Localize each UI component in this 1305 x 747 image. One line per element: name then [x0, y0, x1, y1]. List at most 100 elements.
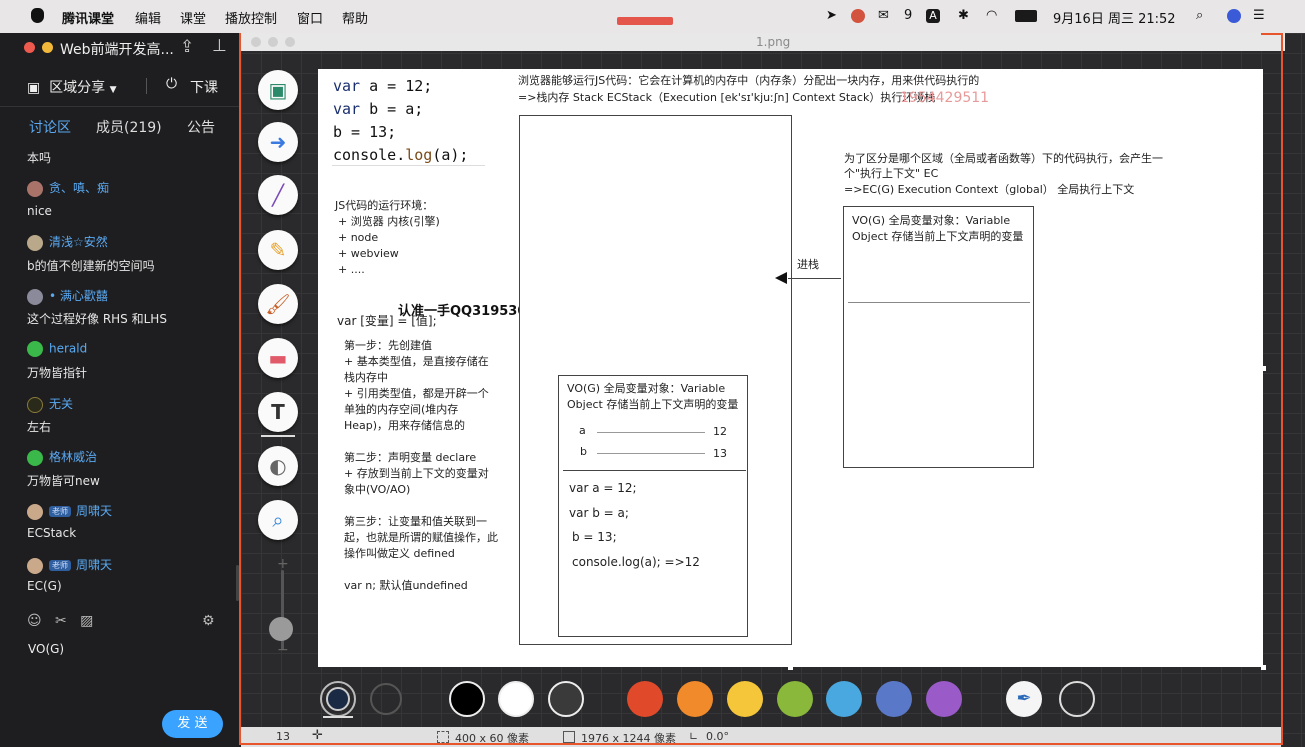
color-orange-swatch[interactable]: [677, 681, 713, 717]
resize-handle[interactable]: [788, 665, 793, 670]
eyedropper-icon[interactable]: ✒: [1006, 681, 1042, 717]
menu-help[interactable]: 帮助: [342, 8, 368, 27]
image-filename: 1.png: [756, 35, 791, 49]
vo-title-line-2: Object 存储当前上下文声明的变量: [567, 398, 739, 411]
color-indigo-swatch[interactable]: [876, 681, 912, 717]
magnifier-tool-icon[interactable]: ⌕: [258, 500, 298, 540]
menu-window[interactable]: 窗口: [297, 8, 323, 27]
teacher-badge: 老师: [49, 506, 71, 517]
zoom-level: 13: [276, 730, 290, 743]
minimize-window-icon[interactable]: [268, 37, 278, 47]
chat-sender[interactable]: • 满心歡囍: [27, 287, 108, 305]
env-item: + node: [338, 231, 379, 244]
chat-sender-name: 清浅☆安然: [49, 235, 108, 249]
divider: [146, 78, 147, 94]
menu-edit[interactable]: 编辑: [135, 8, 161, 27]
color-black-swatch[interactable]: [449, 681, 485, 717]
color-white-swatch[interactable]: [498, 681, 534, 717]
spotlight-icon[interactable]: ⌕: [1196, 8, 1203, 23]
resize-handle[interactable]: [1261, 665, 1266, 670]
tab-members[interactable]: 成员(219): [96, 117, 162, 137]
chat-sender[interactable]: 格林威治: [27, 448, 97, 466]
app-menu[interactable]: 腾讯课堂: [62, 8, 114, 27]
close-window-icon[interactable]: [251, 37, 261, 47]
color-red-swatch[interactable]: [627, 681, 663, 717]
blur-tool-icon[interactable]: ◐: [258, 446, 298, 486]
header-line-1: 浏览器能够运行JS代码：它会在计算机的内存中（内存条）分配出一块内存，用来供代码…: [518, 74, 980, 87]
bluetooth-icon[interactable]: ✱: [958, 8, 969, 23]
chat-sender[interactable]: 老师 周啸天: [27, 556, 112, 574]
zoom-window-icon[interactable]: [285, 37, 295, 47]
chat-sender-name: 周啸天: [76, 504, 113, 518]
emoji-icon[interactable]: ☺: [27, 613, 42, 629]
image-size-icon: [563, 731, 575, 743]
settings-icon[interactable]: ⚙: [202, 613, 215, 629]
avatar: [27, 557, 43, 574]
chat-message-text: 这个过程好像 RHS 和LHS: [27, 312, 167, 326]
avatar: [27, 234, 43, 251]
chat-sender[interactable]: 老师 周啸天: [27, 502, 112, 520]
region-share-button[interactable]: ▣ 区域分享 ▼: [27, 77, 117, 97]
location-icon[interactable]: ➤: [826, 8, 837, 23]
brush-tool-icon[interactable]: 🖌: [258, 284, 298, 324]
push-arrow-line: [788, 278, 841, 279]
text-tool-icon[interactable]: T: [258, 392, 298, 432]
ec-desc-line-1: 为了区分是哪个区域（全局或者函数等）下的代码执行，会产生一: [844, 152, 1163, 165]
stroke-large-button[interactable]: [370, 683, 402, 715]
send-button[interactable]: 发 送: [162, 710, 223, 738]
vo-var-a: a: [579, 424, 586, 437]
minimize-window-icon[interactable]: [42, 42, 53, 53]
chat-sender[interactable]: herald: [27, 341, 87, 357]
end-class-button[interactable]: ⏻ 下课: [166, 76, 218, 97]
course-title: Web前端开发高...: [60, 42, 174, 58]
color-gray-swatch[interactable]: [548, 681, 584, 717]
tab-discussion[interactable]: 讨论区: [29, 117, 71, 137]
clock[interactable]: 9月16日 周三 21:52: [1053, 8, 1176, 27]
share-icon[interactable]: ⇪: [180, 37, 194, 57]
chat-scrollbar[interactable]: [236, 565, 239, 601]
color-purple-swatch[interactable]: [926, 681, 962, 717]
selection-icon: [437, 731, 449, 743]
pencil-tool-icon[interactable]: ✎: [258, 230, 298, 270]
chat-sender[interactable]: 无关: [27, 395, 73, 413]
line-tool-icon[interactable]: ╱: [258, 175, 298, 215]
wifi-icon[interactable]: ◠: [986, 8, 997, 23]
color-yellow-swatch[interactable]: [727, 681, 763, 717]
input-method-icon[interactable]: A: [926, 9, 940, 23]
battery-icon[interactable]: [1015, 10, 1037, 22]
ec-vo-title-line-2: Object 存储当前上下文声明的变量: [852, 230, 1024, 243]
zoom-out-icon[interactable]: −: [277, 642, 289, 658]
stroke-small-icon: [326, 687, 350, 711]
close-window-icon[interactable]: [24, 42, 35, 53]
chat-sender-name: 周啸天: [76, 558, 113, 572]
recording-indicator: [617, 17, 673, 25]
custom-color-button[interactable]: [1059, 681, 1095, 717]
size-slider-knob[interactable]: [269, 617, 293, 641]
control-center-icon[interactable]: ☰: [1253, 8, 1265, 23]
menu-class[interactable]: 课堂: [180, 8, 206, 27]
eraser-tool-icon[interactable]: ▬: [258, 338, 298, 378]
color-green-swatch[interactable]: [777, 681, 813, 717]
resize-handle[interactable]: [1261, 366, 1266, 371]
wechat-icon[interactable]: ✉: [878, 8, 889, 23]
menu-playback[interactable]: 播放控制: [225, 8, 277, 27]
scissors-icon[interactable]: ✂: [55, 613, 67, 629]
crop-tool-icon[interactable]: ▣: [258, 70, 298, 110]
selected-indicator: [323, 716, 353, 718]
chat-input[interactable]: VO(G): [28, 642, 64, 656]
chat-sender[interactable]: 清浅☆安然: [27, 233, 108, 251]
stroke-small-button[interactable]: [320, 681, 356, 717]
siri-icon[interactable]: [1227, 9, 1241, 23]
tab-announcement[interactable]: 公告: [187, 117, 215, 137]
ec-vo-title-line-1: VO(G) 全局变量对象：Variable: [852, 214, 1011, 227]
chat-message-text: 万物皆指针: [27, 366, 88, 380]
chat-message-text: b的值不创建新的空间吗: [27, 259, 155, 273]
arrow-tool-icon[interactable]: ➜: [258, 122, 298, 162]
chat-sender[interactable]: 贪、嗔、痴: [27, 179, 109, 197]
color-blue-swatch[interactable]: [826, 681, 862, 717]
avatar: [27, 288, 43, 305]
pin-icon[interactable]: ⊥: [212, 36, 227, 56]
apple-icon[interactable]: [31, 8, 44, 23]
image-icon[interactable]: ▨: [80, 613, 93, 629]
app-status-icon[interactable]: [851, 9, 865, 23]
